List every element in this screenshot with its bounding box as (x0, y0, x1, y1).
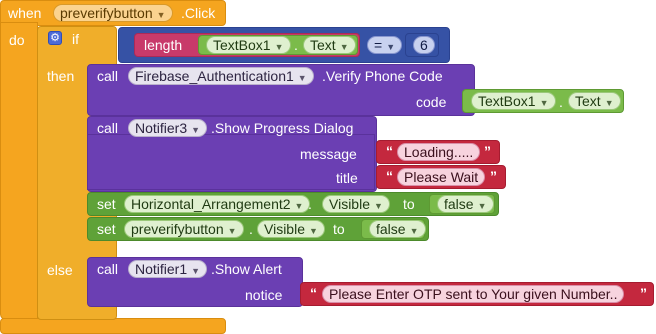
number-value: 6 (420, 37, 428, 53)
dropdown-arrow-icon: ▼ (191, 125, 201, 135)
notice-string-value: Please Enter OTP sent to Your given Numb… (329, 286, 618, 302)
operator-label: = (374, 37, 383, 53)
arrangement-property-dropdown[interactable]: Visible ▼ (322, 195, 390, 213)
code-arg-dot: . (559, 94, 563, 110)
message-param-label: message (300, 146, 357, 162)
notice-param-label: notice (245, 287, 283, 303)
button-value-dropdown[interactable]: false ▼ (369, 220, 426, 238)
call-label: call (97, 68, 119, 84)
close-quote-icon: ” (490, 168, 497, 184)
when-label: when (8, 5, 42, 21)
arrangement-component-dropdown[interactable]: Horizontal_Arrangement2 ▼ (124, 195, 311, 213)
open-quote-icon: “ (386, 168, 393, 184)
call-label: call (97, 261, 119, 277)
event-block-footer (0, 318, 226, 334)
code-param-label: code (416, 94, 447, 110)
close-quote-icon: ” (484, 143, 491, 159)
dropdown-arrow-icon: ▼ (539, 98, 549, 108)
do-label: do (9, 32, 25, 48)
alert-method-label: .Show Alert (211, 261, 282, 277)
code-arg-component-label: TextBox1 (478, 93, 536, 109)
verify-method-label: .Verify Phone Code (322, 68, 443, 84)
button-component-dropdown[interactable]: preverifybutton ▼ (124, 220, 244, 238)
arrangement-property-label: Visible (329, 196, 370, 212)
condition-property-label: Text (310, 37, 336, 53)
close-quote-icon: ” (640, 285, 647, 301)
dropdown-arrow-icon: ▼ (294, 201, 304, 211)
else-label: else (47, 262, 73, 278)
operator-dropdown[interactable]: = ▼ (367, 36, 403, 54)
set-label: set (97, 221, 116, 237)
button-property-dropdown[interactable]: Visible ▼ (257, 220, 325, 238)
dropdown-arrow-icon: ▼ (604, 98, 614, 108)
title-string-field[interactable]: Please Wait (397, 168, 486, 186)
message-string-field[interactable]: Loading..... (397, 143, 481, 161)
button-dot: . (249, 221, 253, 237)
open-quote-icon: “ (310, 285, 317, 301)
dropdown-arrow-icon: ▼ (156, 10, 166, 20)
notice-string-field[interactable]: Please Enter OTP sent to Your given Numb… (322, 285, 625, 303)
alert-component-label: Notifier1 (135, 261, 188, 277)
button-property-label: Visible (264, 221, 305, 237)
then-label: then (47, 68, 75, 84)
arrangement-component-label: Horizontal_Arrangement2 (131, 196, 291, 212)
call-label: call (97, 120, 119, 136)
to-label: to (333, 221, 345, 237)
progress-component-label: Notifier3 (135, 120, 188, 136)
set-label: set (97, 196, 116, 212)
message-string-value: Loading..... (404, 144, 474, 160)
code-arg-property-dropdown[interactable]: Text ▼ (568, 92, 621, 110)
progress-component-dropdown[interactable]: Notifier3 ▼ (128, 119, 208, 137)
if-label: if (72, 31, 79, 47)
dropdown-arrow-icon: ▼ (297, 73, 307, 83)
condition-property-dropdown[interactable]: Text ▼ (303, 36, 356, 54)
length-label: length (144, 37, 183, 53)
title-string-value: Please Wait (404, 169, 479, 185)
dropdown-arrow-icon: ▼ (274, 42, 284, 52)
open-quote-icon: “ (386, 143, 393, 159)
gear-icon[interactable]: ⚙ (48, 31, 62, 45)
code-arg-component-dropdown[interactable]: TextBox1 ▼ (471, 92, 556, 110)
title-param-label: title (336, 170, 358, 186)
event-component-dropdown[interactable]: preverifybutton ▼ (53, 4, 173, 22)
dropdown-arrow-icon: ▼ (191, 266, 201, 276)
arrangement-dot: . (308, 196, 312, 212)
event-component-label: preverifybutton (60, 5, 153, 21)
dropdown-arrow-icon: ▼ (339, 42, 349, 52)
event-name-label: .Click (181, 5, 216, 21)
arrangement-value-label: false (444, 196, 474, 212)
verify-component-dropdown[interactable]: Firebase_Authentication1 ▼ (128, 67, 314, 85)
button-component-label: preverifybutton (131, 221, 224, 237)
alert-component-dropdown[interactable]: Notifier1 ▼ (128, 260, 208, 278)
dropdown-arrow-icon: ▼ (386, 42, 396, 52)
button-value-label: false (376, 221, 406, 237)
dropdown-arrow-icon: ▼ (477, 201, 487, 211)
progress-method-label: .Show Progress Dialog (211, 120, 354, 136)
dropdown-arrow-icon: ▼ (227, 226, 237, 236)
to-label: to (403, 196, 415, 212)
number-field[interactable]: 6 (413, 36, 435, 54)
dropdown-arrow-icon: ▼ (309, 226, 318, 236)
dropdown-arrow-icon: ▼ (409, 226, 419, 236)
arrangement-value-dropdown[interactable]: false ▼ (437, 195, 494, 213)
event-block-body (0, 22, 38, 320)
condition-component-label: TextBox1 (213, 37, 271, 53)
condition-component-dropdown[interactable]: TextBox1 ▼ (206, 36, 291, 54)
verify-component-label: Firebase_Authentication1 (135, 68, 294, 84)
dropdown-arrow-icon: ▼ (374, 201, 383, 211)
show-progress-dialog-params (87, 134, 375, 190)
condition-dot: . (294, 37, 298, 53)
code-arg-property-label: Text (575, 93, 601, 109)
